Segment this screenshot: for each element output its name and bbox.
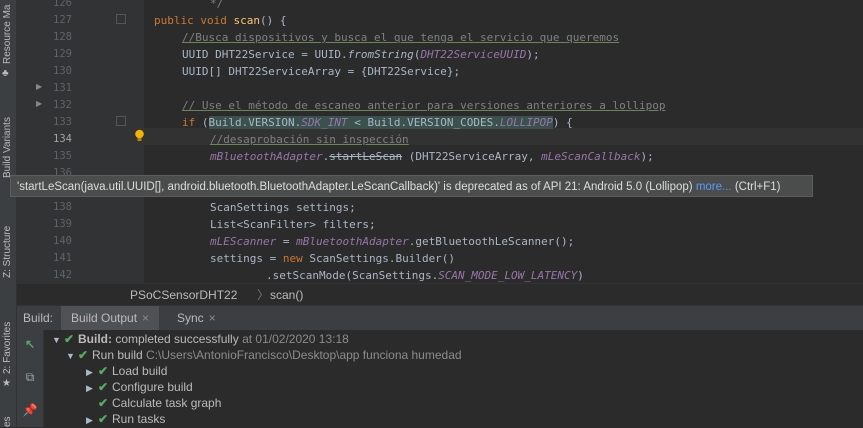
build-tree-row[interactable]: ▼ ✔ Build: completed successfully at 01/02… — [52, 331, 349, 347]
code-comment: // Use el método de escaneo anterior par… — [182, 99, 666, 112]
build-tree-row[interactable]: ▶ ✔ Run tasks — [86, 411, 165, 427]
code-line: public void scan() { — [154, 14, 287, 27]
code-line: UUID[] DHT22ServiceArray = {DHT22Service… — [182, 65, 461, 78]
fold-marker-icon[interactable] — [116, 116, 126, 126]
code-line: UUID DHT22Service = UUID.fromString(DHT2… — [182, 48, 540, 61]
line-number: 133 — [53, 116, 72, 128]
lightbulb-icon[interactable] — [134, 129, 145, 142]
line-number: 141 — [53, 252, 72, 264]
line-number: 135 — [53, 150, 72, 162]
code-line: .setScanMode(ScanSettings.SCAN_MODE_LOW_… — [266, 269, 584, 282]
breadcrumb-class[interactable]: PSoCSensorDHT22 — [130, 284, 237, 306]
check-icon: ✔ — [98, 396, 109, 410]
code-comment: //desaprobación sin inspección — [210, 133, 409, 146]
breadcrumb-separator: 〉 — [257, 288, 270, 302]
code-line: if (Build.VERSION.SDK_INT < Build.VERSIO… — [182, 116, 573, 129]
close-icon[interactable]: × — [142, 311, 149, 325]
line-number: 129 — [53, 48, 72, 60]
line-number: 127 — [53, 14, 72, 26]
toggle-view-icon[interactable]: ⧉ — [22, 370, 38, 384]
star-icon: ★ — [2, 378, 11, 389]
arrow-right-icon: ▶ — [36, 82, 43, 91]
code-line: List<ScanFilter> filters; — [210, 218, 376, 231]
check-icon: ✔ — [78, 348, 89, 362]
tooltip-more-link[interactable]: more... — [696, 181, 732, 193]
code-line: mBluetoothAdapter.startLeScan (DHT22Serv… — [210, 150, 654, 163]
tooltip-shortcut: (Ctrl+F1) — [731, 181, 781, 193]
check-icon: ✔ — [98, 364, 109, 378]
chevron-right-icon[interactable]: ▶ — [86, 412, 98, 428]
line-number: 130 — [53, 65, 72, 77]
line-number: 131 — [53, 82, 72, 94]
check-icon: ✔ — [98, 380, 109, 394]
chevron-right-icon[interactable]: ▶ — [86, 364, 98, 380]
build-tree-row[interactable]: ▶ ✔ Configure build — [86, 379, 193, 395]
chevron-down-icon[interactable]: ▼ — [52, 332, 64, 348]
resource-manager-icon: ♣ — [2, 68, 9, 79]
build-tree-row[interactable]: ✔ Calculate task graph — [86, 395, 221, 411]
chevron-right-icon[interactable]: ▶ — [86, 380, 98, 396]
line-number: 128 — [53, 31, 72, 43]
breadcrumb-method[interactable]: scan() — [270, 284, 303, 306]
code-line: */ — [210, 0, 224, 10]
check-icon: ✔ — [98, 412, 109, 426]
line-number: 142 — [53, 269, 72, 281]
breadcrumb: PSoCSensorDHT22 〉 scan() — [17, 283, 863, 306]
line-number: 140 — [53, 235, 72, 247]
code-line: mLEScanner = mBluetoothAdapter.getBlueto… — [210, 235, 575, 248]
line-number: 138 — [53, 201, 72, 213]
tab-build-output[interactable]: Build Output × — [61, 306, 160, 330]
close-icon[interactable]: × — [209, 311, 216, 325]
hammer-icon[interactable]: ↖ — [22, 337, 38, 351]
tooltip-text: 'startLeScan(java.util.UUID[], android.b… — [17, 181, 696, 193]
chevron-down-icon[interactable]: ▼ — [66, 348, 78, 364]
deprecation-tooltip: 'startLeScan(java.util.UUID[], android.b… — [10, 175, 813, 197]
build-tree-row[interactable]: ▶ ✔ Load build — [86, 363, 167, 379]
line-number: 139 — [53, 218, 72, 230]
line-number-current: 134 — [53, 133, 72, 145]
line-number: 126 — [53, 0, 72, 9]
check-icon: ✔ — [64, 332, 75, 346]
tab-sync[interactable]: Sync × — [177, 306, 216, 330]
arrow-right-icon: ▶ — [36, 99, 43, 108]
build-panel-header: Build: Build Output × Sync × — [17, 305, 863, 331]
pin-icon[interactable]: 📌 — [22, 403, 38, 417]
build-tree-row[interactable]: ▼ ✔ Run build C:\Users\AntonioFrancisco\De… — [66, 347, 462, 363]
fold-marker-icon[interactable] — [116, 14, 126, 24]
line-number: 132 — [53, 99, 72, 111]
code-line: ScanSettings settings; — [210, 201, 356, 214]
code-line: settings = new ScanSettings.Builder() — [210, 252, 456, 265]
build-panel-label: Build: — [23, 311, 54, 325]
code-comment: //Busca dispositivos y busca el que teng… — [182, 31, 620, 44]
